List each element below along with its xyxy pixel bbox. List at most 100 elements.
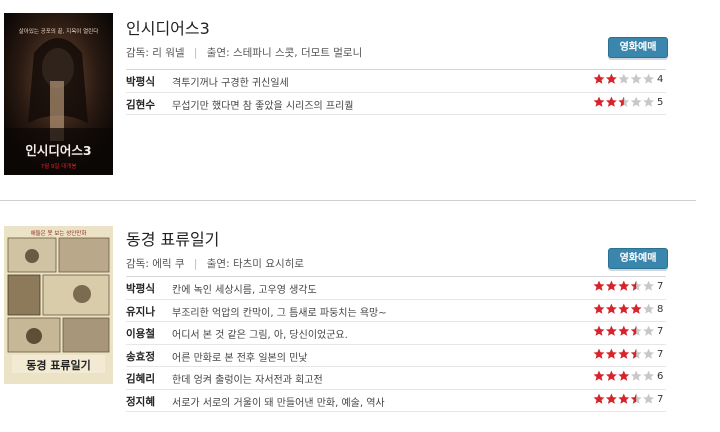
review-row: 김혜리 한데 엉켜 출렁이는 자서전과 회고전 6 <box>126 367 666 390</box>
star-rating <box>593 393 654 404</box>
critic-name[interactable]: 김혜리 <box>126 371 155 386</box>
star-rating <box>593 303 654 314</box>
section-divider <box>0 200 696 201</box>
star-icon <box>593 73 605 84</box>
book-ticket-button[interactable]: 영화예매 <box>608 37 668 58</box>
poster-tagline: 애들은 못 보는 성인만화 <box>31 229 87 237</box>
review-comment: 무섭기만 했다면 참 좋았을 시리즈의 프리퀄 <box>172 100 354 112</box>
star-icon <box>606 303 617 314</box>
review-score: 6 <box>657 371 664 382</box>
star-icon <box>606 348 617 359</box>
movie-poster[interactable]: 애들은 못 보는 성인만화 동경 표류일기 <box>4 226 113 384</box>
star-icon <box>606 73 617 84</box>
review-score: 7 <box>657 393 664 405</box>
book-ticket-button[interactable]: 영화예매 <box>608 248 668 269</box>
cast-label: 출연: <box>206 258 230 270</box>
star-icon <box>593 280 605 291</box>
movie-title[interactable]: 인시디어스3 <box>126 15 210 39</box>
director-name: 리 워넬 <box>152 47 185 59</box>
review-comment: 어른 만화로 본 전후 일본의 민낯 <box>172 352 308 364</box>
critic-name[interactable]: 박평식 <box>126 74 155 89</box>
star-icon <box>618 73 630 84</box>
star-rating <box>593 73 654 84</box>
movie-credits: 감독: 리 워넬 | 출연: 스테파니 스콧, 더모트 멀로니 <box>126 45 362 60</box>
review-row: 이용철 어디서 본 것 같은 그림, 아, 당신이었군요. 7 <box>126 322 666 345</box>
review-row: 박평식 칸에 녹인 세상시름, 고우영 생각도 7 <box>126 277 666 300</box>
review-comment: 한데 엉켜 출렁이는 자서전과 회고전 <box>172 375 323 386</box>
star-icon <box>593 393 605 404</box>
review-row: 김현수 무섭기만 했다면 참 좋았을 시리즈의 프리퀄 5 <box>126 93 666 115</box>
star-icon <box>618 348 630 359</box>
star-icon <box>593 303 605 314</box>
review-row: 송효정 어른 만화로 본 전후 일본의 민낯 7 <box>126 345 666 367</box>
star-icon <box>643 96 654 107</box>
cast-names: 스테파니 스콧, 더모트 멀로니 <box>232 47 363 59</box>
star-icon <box>593 325 605 336</box>
review-score: 4 <box>657 74 664 85</box>
critic-name[interactable]: 박평식 <box>126 281 155 296</box>
poster-tagline: 살아있는 공포의 끝, 지옥이 열린다 <box>19 27 99 35</box>
star-icon <box>593 370 605 381</box>
review-comment: 격투기꺼나 구경한 귀신일세 <box>172 78 289 89</box>
star-icon <box>630 393 642 404</box>
critic-name[interactable]: 김현수 <box>126 97 155 112</box>
star-rating <box>593 325 654 336</box>
star-icon <box>593 348 605 359</box>
poster-image: 살아있는 공포의 끝, 지옥이 열린다 인시디어스3 7월 9일 대개봉 <box>4 13 113 175</box>
star-icon <box>606 370 617 381</box>
star-icon <box>618 280 630 291</box>
review-list: 박평식 격투기꺼나 구경한 귀신일세 4 김현수 무섭기만 했다면 참 좋았을 시리즈의… <box>126 69 666 115</box>
movie-info: 인시디어스3 감독: 리 워넬 | 출연: 스테파니 스콧, 더모트 멀로니 영… <box>126 15 674 135</box>
poster-image: 애들은 못 보는 성인만화 동경 표류일기 <box>4 226 113 384</box>
cast-label: 출연: <box>206 47 230 59</box>
star-rating <box>593 280 654 291</box>
movie-poster[interactable]: 살아있는 공포의 끝, 지옥이 열린다 인시디어스3 7월 9일 대개봉 <box>4 13 113 175</box>
critic-name[interactable]: 송효정 <box>126 349 155 364</box>
review-row: 박평식 격투기꺼나 구경한 귀신일세 4 <box>126 70 666 93</box>
star-icon <box>643 73 654 84</box>
critic-name[interactable]: 이용철 <box>126 326 155 341</box>
star-icon <box>643 280 654 291</box>
star-icon <box>630 96 642 107</box>
star-icon <box>630 348 642 359</box>
star-icon <box>606 96 617 107</box>
star-rating <box>593 96 654 107</box>
director-label: 감독: <box>126 258 149 270</box>
star-icon <box>643 325 654 336</box>
review-comment: 서로가 서로의 거울이 돼 만들어낸 만화, 예술, 역사 <box>172 397 385 409</box>
star-rating <box>593 348 654 359</box>
star-icon <box>593 96 605 107</box>
review-score: 7 <box>657 281 664 292</box>
star-icon <box>630 370 642 381</box>
separator: | <box>193 258 198 270</box>
director-name: 에릭 쿠 <box>152 258 185 270</box>
star-icon <box>630 280 642 291</box>
review-score: 7 <box>657 326 664 337</box>
cast-names: 타츠미 요시히로 <box>232 258 304 270</box>
star-rating <box>593 370 654 381</box>
critic-name[interactable]: 정지혜 <box>126 394 155 409</box>
review-comment: 부조리한 억압의 칸막이, 그 틈새로 파둥치는 욕망~ <box>172 307 387 319</box>
poster-title: 동경 표류일기 <box>26 358 91 372</box>
separator: | <box>193 47 198 59</box>
star-icon <box>606 280 617 291</box>
review-list: 박평식 칸에 녹인 세상시름, 고우영 생각도 7 유지나 부조리한 억압의 칸막이, … <box>126 276 666 412</box>
review-score: 5 <box>657 96 664 108</box>
movie-info: 동경 표류일기 감독: 에릭 쿠 | 출연: 타츠미 요시히로 영화예매 박평식… <box>126 226 674 416</box>
star-icon <box>643 370 654 381</box>
critic-name[interactable]: 유지나 <box>126 304 155 319</box>
star-icon <box>630 73 642 84</box>
director-label: 감독: <box>126 47 149 59</box>
star-icon <box>630 325 642 336</box>
poster-release: 7월 9일 대개봉 <box>41 162 77 170</box>
star-icon <box>618 303 630 314</box>
movie-title[interactable]: 동경 표류일기 <box>126 226 219 250</box>
star-icon <box>630 303 642 314</box>
star-icon <box>618 370 630 381</box>
review-score: 7 <box>657 348 664 360</box>
movie-credits: 감독: 에릭 쿠 | 출연: 타츠미 요시히로 <box>126 256 304 271</box>
review-comment: 칸에 녹인 세상시름, 고우영 생각도 <box>172 285 317 296</box>
star-icon <box>643 393 654 404</box>
review-row: 유지나 부조리한 억압의 칸막이, 그 틈새로 파둥치는 욕망~ 8 <box>126 300 666 322</box>
star-icon <box>618 325 630 336</box>
